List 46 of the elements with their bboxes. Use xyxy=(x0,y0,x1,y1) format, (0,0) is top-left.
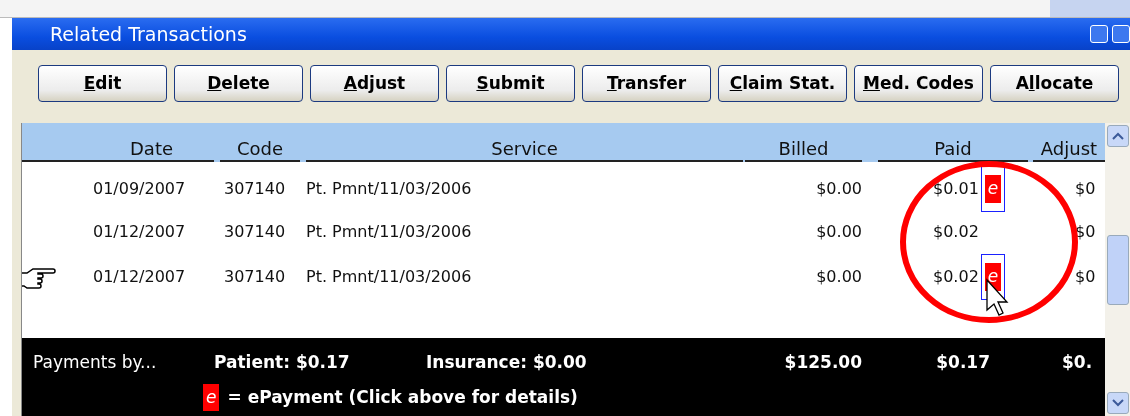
table-cell-text: 307140 xyxy=(223,265,287,288)
adjust-total: $0. xyxy=(1061,351,1094,374)
table-cell-text: 01/12/2007 xyxy=(92,265,187,288)
table-cell-text: 01/12/2007 xyxy=(92,221,187,243)
scroll-thumb[interactable] xyxy=(1106,234,1129,305)
toolbar-button[interactable]: Transfer xyxy=(582,65,711,102)
patient-total: Patient: $0.17 xyxy=(214,351,351,374)
table-cell-text: $0.01 xyxy=(933,177,979,200)
table-cell-text: $0 xyxy=(1074,265,1097,288)
table-cell-text: $0.02 xyxy=(933,265,979,288)
minimize-button[interactable] xyxy=(1090,25,1108,43)
table-cell-text: Pt. Pmnt/11/03/2006 xyxy=(306,177,473,200)
column-header: Date xyxy=(89,138,214,162)
insurance-total: Insurance: $0.00 xyxy=(426,351,588,374)
column-header: Paid xyxy=(878,138,1028,162)
table-cell-text: $0.00 xyxy=(815,177,862,200)
toolbar-button[interactable]: Delete xyxy=(174,65,303,102)
toolbar-button[interactable]: Submit xyxy=(446,65,575,102)
toolbar-button[interactable]: Allocate xyxy=(990,65,1119,102)
scrollbar[interactable] xyxy=(1105,123,1130,416)
table-cell-text: Pt. Pmnt/11/03/2006 xyxy=(306,221,473,243)
table-cell-text: $0 xyxy=(1074,177,1097,200)
column-header: Billed xyxy=(745,138,862,162)
scroll-down-button[interactable] xyxy=(1106,392,1129,414)
table-cell-text: $0.00 xyxy=(815,265,862,288)
scroll-up-button[interactable] xyxy=(1106,125,1129,147)
legend-text: = ePayment (Click above for details) xyxy=(227,385,578,409)
toolbar-button[interactable]: Edit xyxy=(38,65,167,102)
epayment-badge: e xyxy=(203,383,220,411)
maximize-button[interactable] xyxy=(1112,25,1130,43)
table-cell-text: Pt. Pmnt/11/03/2006 xyxy=(306,265,473,288)
column-header: Service xyxy=(306,138,743,162)
table-cell-text: 01/09/2007 xyxy=(92,177,187,200)
billed-total: $125.00 xyxy=(783,351,862,374)
totals-label: Payments by... xyxy=(32,351,158,374)
table-cell-text: 307140 xyxy=(223,221,287,243)
toolbar-button[interactable]: Adjust xyxy=(310,65,439,102)
toolbar-button[interactable]: Med. Codes xyxy=(854,65,983,102)
table-cell-text: $0.02 xyxy=(933,221,979,243)
column-header: Code xyxy=(220,138,300,162)
paid-total: $0.17 xyxy=(935,351,990,374)
table-cell-text: $0.00 xyxy=(815,221,862,243)
window-title: Related Transactions xyxy=(50,21,247,47)
table-cell-text: 307140 xyxy=(223,177,287,200)
epayment-badge[interactable]: e xyxy=(984,175,1002,203)
toolbar-button[interactable]: Claim Stat. xyxy=(718,65,847,102)
